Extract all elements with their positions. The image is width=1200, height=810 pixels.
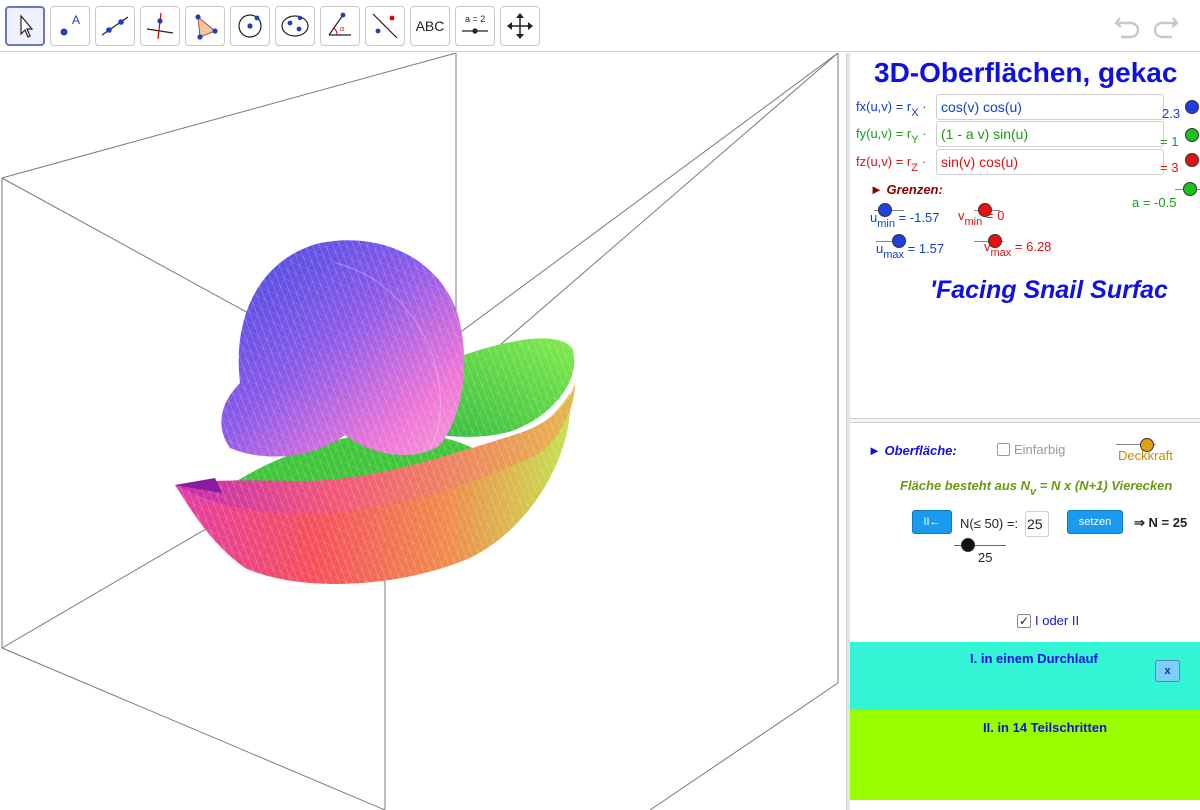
page-title: 3D-Oberflächen, gekac [874, 57, 1178, 88]
angle-tool-button[interactable]: α [320, 6, 360, 46]
rz-value: = 3 [1160, 160, 1179, 175]
section-divider [850, 418, 1200, 423]
reflect-tool-button[interactable] [365, 6, 405, 46]
undo-button[interactable] [1113, 12, 1143, 40]
reset-button[interactable]: II← [912, 510, 952, 534]
section-one-label: I. in einem Durchlauf [970, 651, 1098, 666]
a-slider-knob[interactable] [1183, 182, 1197, 196]
vmin-label: vmin = 0 [958, 208, 1005, 228]
fx-label: fx(u,v) = rX · [856, 99, 927, 119]
redo-icon [1153, 17, 1179, 39]
arrow-pointer-icon [20, 14, 34, 38]
n-result: ⇒ N = 25 [1134, 515, 1188, 530]
perpendicular-tool-button[interactable] [140, 6, 180, 46]
redo-button[interactable] [1150, 12, 1180, 40]
point-icon: A [60, 13, 80, 36]
circle-tool-button[interactable] [230, 6, 270, 46]
undo-icon [1114, 17, 1140, 39]
ry-slider-knob[interactable] [1185, 128, 1199, 142]
ellipse-icon [281, 15, 309, 37]
circle-icon [238, 14, 262, 38]
move-view-tool-button[interactable] [500, 6, 540, 46]
i-oder-ii-label: I oder II [1035, 613, 1080, 628]
section-one-close-button[interactable]: x [1155, 660, 1180, 682]
umin-label: umin = -1.57 [870, 210, 940, 230]
fz-label: fz(u,v) = rZ · [856, 154, 926, 174]
graphics-3d-view[interactable] [0, 53, 846, 810]
rx-slider-knob[interactable] [1185, 100, 1199, 114]
vmax-label: vmax = 6.28 [984, 239, 1052, 259]
i-oder-ii-checkbox[interactable]: ✓ [1017, 614, 1031, 628]
text-tool-button[interactable]: ABC [410, 6, 450, 46]
toolbar: A α ABC a = 2 [0, 0, 1200, 52]
polygon-tool-button[interactable] [185, 6, 225, 46]
n-input[interactable]: 25 [1025, 511, 1049, 537]
fx-input[interactable]: cos(v) cos(u) [936, 94, 1164, 120]
ellipse-tool-button[interactable] [275, 6, 315, 46]
einfarbig-checkbox[interactable] [997, 443, 1010, 456]
umax-label: umax = 1.57 [876, 241, 945, 261]
perpendicular-icon [146, 12, 174, 40]
control-panel: 3D-Oberflächen, gekac fx(u,v) = rX · cos… [850, 53, 1200, 810]
rz-slider-knob[interactable] [1185, 153, 1199, 167]
fy-input[interactable]: (1 - a v) sin(u) [936, 121, 1164, 147]
angle-icon: α [328, 12, 351, 36]
svg-text:A: A [72, 13, 80, 27]
a-value: a = -0.5 [1132, 195, 1177, 210]
surface-name: 'Facing Snail Surfac [930, 276, 1168, 304]
grenzen-toggle[interactable]: ► Grenzen: [870, 182, 943, 197]
rx-value: 2.3 [1162, 106, 1181, 121]
section-two-label: II. in 14 Teilschritten [983, 720, 1108, 735]
ry-value: = 1 [1160, 134, 1179, 149]
move-arrows-icon [507, 13, 533, 39]
n-label: N(≤ 50) =: [960, 516, 1019, 531]
fz-input[interactable]: sin(v) cos(u) [936, 149, 1164, 175]
setzen-button[interactable]: setzen [1067, 510, 1123, 534]
slider-icon: a = 2 [462, 14, 488, 34]
snail-surface-3d[interactable] [0, 53, 846, 810]
line-tool-button[interactable] [95, 6, 135, 46]
einfarbig-label: Einfarbig [1014, 442, 1066, 457]
line-icon [101, 16, 129, 36]
n-slider-value: 25 [978, 550, 993, 565]
flaeche-info: Fläche besteht aus Nv = N x (N+1) Vierec… [900, 478, 1173, 498]
polygon-icon [195, 14, 218, 40]
fy-label: fy(u,v) = rY · [856, 126, 927, 146]
move-tool-button[interactable] [5, 6, 45, 46]
point-tool-button[interactable]: A [50, 6, 90, 46]
oberflaeche-toggle[interactable]: ► Oberfläche: [868, 443, 957, 458]
text-icon: ABC [415, 18, 445, 34]
slider-tool-button[interactable]: a = 2 [455, 6, 495, 46]
svg-text:a = 2: a = 2 [465, 14, 485, 24]
deckkraft-label: Deckkraft [1118, 448, 1173, 463]
n-slider-knob[interactable] [961, 538, 975, 552]
reflect-icon [372, 13, 398, 39]
svg-text:α: α [340, 26, 344, 33]
